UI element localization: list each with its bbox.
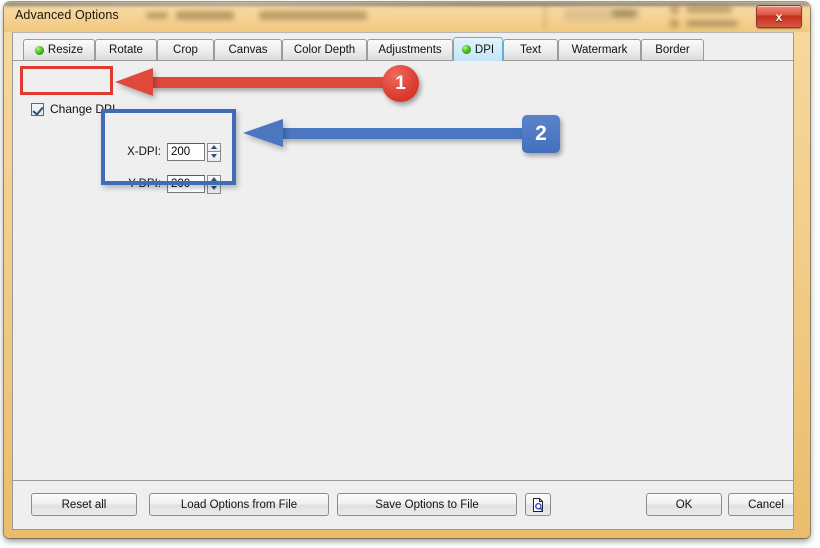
change-dpi-checkbox[interactable]: Change DPI: [31, 102, 115, 116]
tab-border[interactable]: Border: [641, 39, 704, 60]
tab-label: Canvas: [228, 44, 268, 56]
load-options-label: Load Options from File: [180, 498, 298, 511]
save-options-button[interactable]: Save Options to File: [337, 493, 517, 516]
chevron-up-icon: [211, 145, 217, 150]
ok-button[interactable]: OK: [646, 493, 722, 516]
tab-label: DPI: [474, 43, 495, 56]
advanced-options-window: Advanced Options x Resize Rotate Crop Ca…: [4, 2, 810, 538]
y-dpi-increment-button[interactable]: [207, 174, 221, 184]
dialog-button-bar: Reset all Load Options from File Save Op…: [13, 480, 793, 529]
ok-label: OK: [675, 498, 693, 511]
tab-label: Text: [519, 44, 542, 56]
x-dpi-row: X-DPI:: [117, 141, 221, 163]
x-dpi-decrement-button[interactable]: [207, 152, 221, 162]
tab-adjustments[interactable]: Adjustments: [367, 39, 453, 60]
chevron-up-icon: [211, 177, 217, 182]
tab-watermark[interactable]: Watermark: [558, 39, 641, 60]
tab-label: Color Depth: [293, 44, 356, 56]
load-options-button[interactable]: Load Options from File: [149, 493, 329, 516]
tab-status-dot-icon: [34, 45, 44, 55]
tab-canvas[interactable]: Canvas: [214, 39, 282, 60]
y-dpi-row: Y-DPI:: [117, 173, 221, 195]
dpi-tab-page: Change DPI X-DPI: Y-D: [13, 61, 793, 481]
background-blur-text-a: [146, 12, 168, 19]
tab-text[interactable]: Text: [503, 39, 558, 60]
window-titlebar: Advanced Options x: [4, 2, 810, 32]
tab-label: Border: [655, 44, 690, 56]
tab-label: Crop: [173, 44, 198, 56]
background-blur-text-i: [670, 19, 679, 28]
y-dpi-spinner[interactable]: [207, 174, 221, 194]
tab-resize[interactable]: Resize: [23, 39, 95, 60]
dialog-client-area: Resize Rotate Crop Canvas Color Depth Ad…: [12, 32, 794, 530]
tab-color-depth[interactable]: Color Depth: [282, 39, 367, 60]
background-blur-text-f: [612, 10, 636, 17]
tab-label: Rotate: [109, 44, 143, 56]
tab-label: Watermark: [571, 44, 628, 56]
checkmark-icon: [31, 102, 44, 116]
change-dpi-label: Change DPI: [50, 102, 116, 116]
x-dpi-label: X-DPI:: [127, 146, 161, 158]
tab-rotate[interactable]: Rotate: [95, 39, 157, 60]
close-button-label: x: [775, 9, 783, 24]
x-dpi-spinner[interactable]: [207, 142, 221, 162]
tab-crop[interactable]: Crop: [157, 39, 214, 60]
y-dpi-input[interactable]: [167, 175, 205, 193]
chevron-down-icon: [211, 186, 217, 191]
background-blur-text-g: [670, 5, 679, 14]
close-icon[interactable]: x: [756, 5, 802, 28]
chevron-down-icon: [211, 154, 217, 159]
reset-all-button[interactable]: Reset all: [31, 493, 137, 516]
tab-status-dot-icon: [461, 45, 471, 54]
y-dpi-decrement-button[interactable]: [207, 184, 221, 194]
background-blur-text-c: [259, 11, 367, 20]
tab-strip: Resize Rotate Crop Canvas Color Depth Ad…: [13, 33, 793, 62]
save-options-label: Save Options to File: [375, 498, 479, 511]
x-dpi-increment-button[interactable]: [207, 142, 221, 152]
window-title: Advanced Options: [15, 8, 119, 22]
preview-button[interactable]: [525, 493, 551, 516]
y-dpi-label: Y-DPI:: [128, 178, 161, 190]
background-blur-text-j: [686, 20, 738, 27]
tab-label: Adjustments: [378, 44, 442, 56]
dpi-fields-group: X-DPI: Y-DPI:: [117, 141, 221, 205]
document-magnifier-icon: [530, 497, 546, 513]
background-blur-text-b: [176, 11, 234, 20]
reset-all-label: Reset all: [61, 498, 107, 511]
tab-label: Resize: [47, 44, 84, 56]
x-dpi-input[interactable]: [167, 143, 205, 161]
cancel-label: Cancel: [748, 498, 784, 511]
tab-dpi[interactable]: DPI: [453, 37, 503, 61]
background-blur-text-d: [544, 4, 546, 29]
background-blur-text-h: [686, 6, 732, 13]
cancel-button[interactable]: Cancel: [728, 493, 793, 516]
